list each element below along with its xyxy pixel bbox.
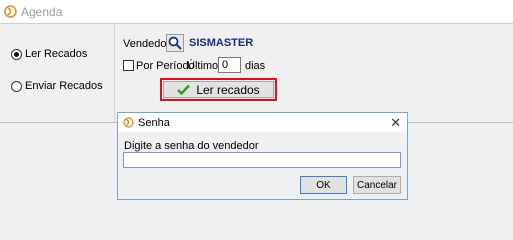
read-messages-label: Ler recados (196, 82, 260, 97)
checkmark-icon (177, 84, 191, 95)
option-enviar-recados-label: Enviar Recados (25, 80, 103, 92)
close-icon[interactable]: ✕ (390, 115, 401, 131)
left-panel: Ler Recados Enviar Recados (0, 24, 115, 122)
read-messages-button[interactable]: Ler recados (163, 81, 274, 98)
period-label: Por Período (136, 60, 195, 72)
dialog-titlebar: Senha ✕ (118, 113, 407, 132)
ok-button[interactable]: OK (300, 176, 347, 194)
app-logo-icon (4, 5, 17, 18)
period-checkbox[interactable] (123, 60, 134, 71)
days-label: dias (245, 60, 266, 72)
password-input[interactable] (123, 152, 401, 168)
cancel-button[interactable]: Cancelar (353, 176, 401, 194)
radio-ler-recados[interactable] (11, 48, 22, 60)
radio-enviar-recados[interactable] (11, 80, 22, 92)
window-titlebar: Agenda (0, 0, 513, 24)
dialog-logo-icon (123, 117, 134, 128)
window-title: Agenda (21, 5, 63, 19)
option-ler-recados[interactable]: Ler Recados (11, 46, 87, 62)
option-enviar-recados[interactable]: Enviar Recados (11, 78, 103, 94)
password-dialog: Senha ✕ Digite a senha do vendedor OK Ca… (117, 112, 408, 200)
magnifier-icon (168, 36, 182, 50)
password-prompt: Digite a senha do vendedor (124, 140, 259, 152)
seller-search-button[interactable] (166, 34, 184, 52)
dialog-title: Senha (138, 117, 170, 129)
seller-value: SISMASTER (189, 37, 254, 49)
option-ler-recados-label: Ler Recados (25, 48, 88, 60)
days-input[interactable]: 0 (218, 57, 241, 73)
